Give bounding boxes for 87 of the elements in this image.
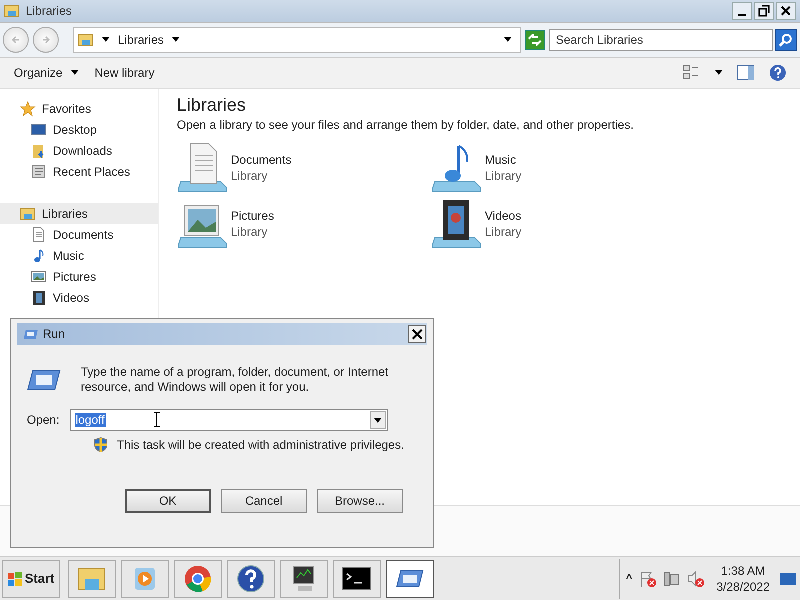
admin-note: This task will be created with administrative privileges.	[117, 438, 404, 452]
show-hidden-icons-button[interactable]: ^	[626, 572, 633, 585]
star-icon	[20, 100, 36, 116]
text-cursor-icon	[152, 412, 162, 428]
library-icon	[4, 3, 20, 19]
nav-item[interactable]: Music	[0, 245, 158, 266]
restore-button[interactable]	[754, 2, 774, 20]
document-library-icon[interactable]	[177, 142, 229, 194]
minimize-button[interactable]	[732, 2, 752, 20]
library-type: Library	[231, 169, 269, 183]
caret-icon	[102, 37, 110, 43]
run-icon	[23, 328, 39, 340]
shield-icon	[93, 437, 109, 453]
instruction-text: Type the name of a program, folder, document, or Internet resource, and Windows will open it for you.	[81, 365, 390, 395]
desktop-icon	[779, 570, 797, 587]
search-field[interactable]: Search Libraries	[549, 29, 773, 51]
refresh-arrows-icon	[528, 34, 542, 46]
minimize-icon	[738, 14, 746, 16]
monitor-icon	[31, 122, 47, 138]
breadcrumb[interactable]: Libraries	[118, 33, 164, 47]
dialog-button[interactable]: OK	[125, 489, 211, 513]
open-label: Open:	[27, 413, 60, 427]
nav-group[interactable]: Libraries	[0, 203, 158, 224]
library-name[interactable]: Videos	[485, 209, 522, 223]
open-combo-box[interactable]: logoff	[70, 409, 388, 431]
library-type: Library	[485, 225, 522, 239]
search-button[interactable]	[775, 29, 797, 51]
help-icon	[769, 64, 787, 82]
caret-icon	[715, 70, 723, 76]
description-text: Open a library to see your files and arrange them by folder, date, and other properties.	[177, 118, 635, 132]
nav-item[interactable]: Videos	[0, 287, 158, 308]
document-icon	[31, 226, 47, 242]
search-icon	[779, 33, 793, 47]
network-icon[interactable]	[662, 570, 681, 588]
close-icon	[780, 5, 792, 17]
caret-icon	[70, 70, 79, 76]
command-text: logoff	[74, 413, 106, 427]
close-icon	[412, 328, 422, 340]
library-name[interactable]: Pictures	[231, 209, 274, 223]
taskbar-button[interactable]	[332, 560, 381, 598]
picture-icon	[31, 268, 47, 284]
dialog-title: Run	[43, 327, 66, 341]
library-icon	[20, 206, 36, 222]
pane-icon	[737, 65, 755, 81]
windows-logo-icon	[7, 570, 23, 587]
taskbar-button[interactable]	[386, 560, 434, 598]
caret-icon	[172, 37, 180, 43]
clock-date: 3/28/2022	[716, 578, 770, 595]
nav-group[interactable]: Favorites	[0, 98, 158, 119]
clock-time: 1:38 AM	[721, 562, 766, 579]
browser-icon	[182, 564, 213, 594]
taskbar-button[interactable]	[280, 560, 328, 598]
speaker-muted-icon[interactable]	[686, 570, 705, 588]
toolbar-button[interactable]: New library	[88, 62, 161, 84]
close-button[interactable]	[776, 2, 796, 20]
library-name[interactable]: Documents	[231, 153, 292, 167]
nav-item[interactable]: Recent Places	[0, 161, 158, 182]
close-button[interactable]	[408, 325, 426, 343]
video-library-icon[interactable]	[431, 198, 483, 250]
toolbar-button[interactable]: Organize	[8, 62, 85, 84]
dialog-button[interactable]: Browse...	[317, 489, 403, 513]
recent-places-icon	[31, 164, 47, 180]
library-name[interactable]: Music	[485, 153, 522, 167]
run-icon	[27, 368, 61, 392]
view-list-icon	[683, 65, 701, 81]
nav-item[interactable]: Documents	[0, 224, 158, 245]
forward-arrow-icon	[40, 34, 52, 46]
refresh-button[interactable]	[525, 30, 545, 50]
nav-item[interactable]: Desktop	[0, 119, 158, 140]
restore-icon	[758, 5, 770, 17]
nav-item[interactable]: Pictures	[0, 266, 158, 287]
library-type: Library	[231, 225, 269, 239]
film-icon	[31, 290, 47, 306]
nav-item[interactable]: Downloads	[0, 140, 158, 161]
page-heading: Libraries	[177, 95, 248, 116]
dialog-button[interactable]: Cancel	[221, 489, 307, 513]
clock[interactable]: 1:38 AM 3/28/2022	[716, 562, 770, 595]
library-type: Library	[485, 169, 522, 183]
back-arrow-icon	[10, 34, 22, 46]
window-title: Libraries	[26, 4, 72, 18]
address-bar[interactable]: Libraries	[73, 27, 521, 53]
help-icon	[236, 564, 266, 594]
start-button[interactable]: Start	[2, 560, 60, 598]
flag-error-icon[interactable]	[638, 570, 657, 588]
taskbar-button[interactable]	[226, 560, 275, 598]
library-icon	[78, 32, 94, 48]
caret-icon	[504, 37, 512, 43]
